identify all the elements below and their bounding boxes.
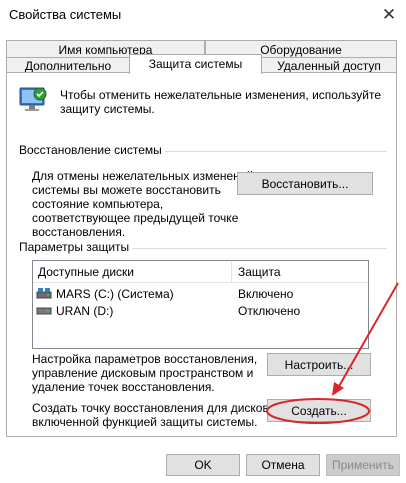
col-header-protection[interactable]: Защита [238,265,281,279]
restore-button[interactable]: Восстановить... [237,172,373,195]
protection-group-label: Параметры защиты [19,240,133,254]
restore-line-5: восстановления. [32,225,126,239]
restore-line-4: соответствующее предыдущей точке [32,211,239,225]
tab-system-protection[interactable]: Защита системы [129,54,262,74]
cancel-button[interactable]: Отмена [246,454,320,476]
close-icon[interactable]: ✕ [375,2,403,28]
configure-button[interactable]: Настроить... [267,353,371,376]
create-button[interactable]: Создать... [267,399,371,422]
configure-line-3: удаление точек восстановления. [32,380,215,394]
list-header-divider [33,282,368,283]
ok-button[interactable]: OK [166,454,240,476]
restore-line-1: Для отмены нежелательных изменений [32,169,254,183]
configure-line-1: Настройка параметров восстановления, [32,352,258,366]
restore-line-3: состояние компьютера, [32,197,164,211]
configure-line-2: управление дисковым пространством и [32,366,254,380]
create-line-1: Создать точку восстановления для дисков … [32,401,279,415]
drive-name: URAN (D:) [56,304,114,318]
col-divider [231,262,232,282]
restore-group-label: Восстановление системы [19,143,165,157]
drive-icon [36,307,52,315]
drive-name: MARS (C:) (Система) [56,287,174,301]
system-shield-icon [19,87,47,111]
window-title: Свойства системы [9,7,122,22]
drive-status: Отключено [238,304,301,318]
apply-button[interactable]: Применить [326,454,400,476]
intro-line-2: защиту системы. [60,102,155,116]
create-line-2: включенной функцией защиты системы. [32,415,258,429]
table-row[interactable]: MARS (C:) (Система) Включено [33,285,368,302]
drive-status: Включено [238,287,294,301]
system-drive-icon [36,288,52,299]
restore-line-2: системы вы можете восстановить [32,183,221,197]
table-row[interactable]: URAN (D:) Отключено [33,302,368,319]
col-header-drives[interactable]: Доступные диски [38,265,134,279]
intro-line-1: Чтобы отменить нежелательные изменения, … [60,88,382,102]
